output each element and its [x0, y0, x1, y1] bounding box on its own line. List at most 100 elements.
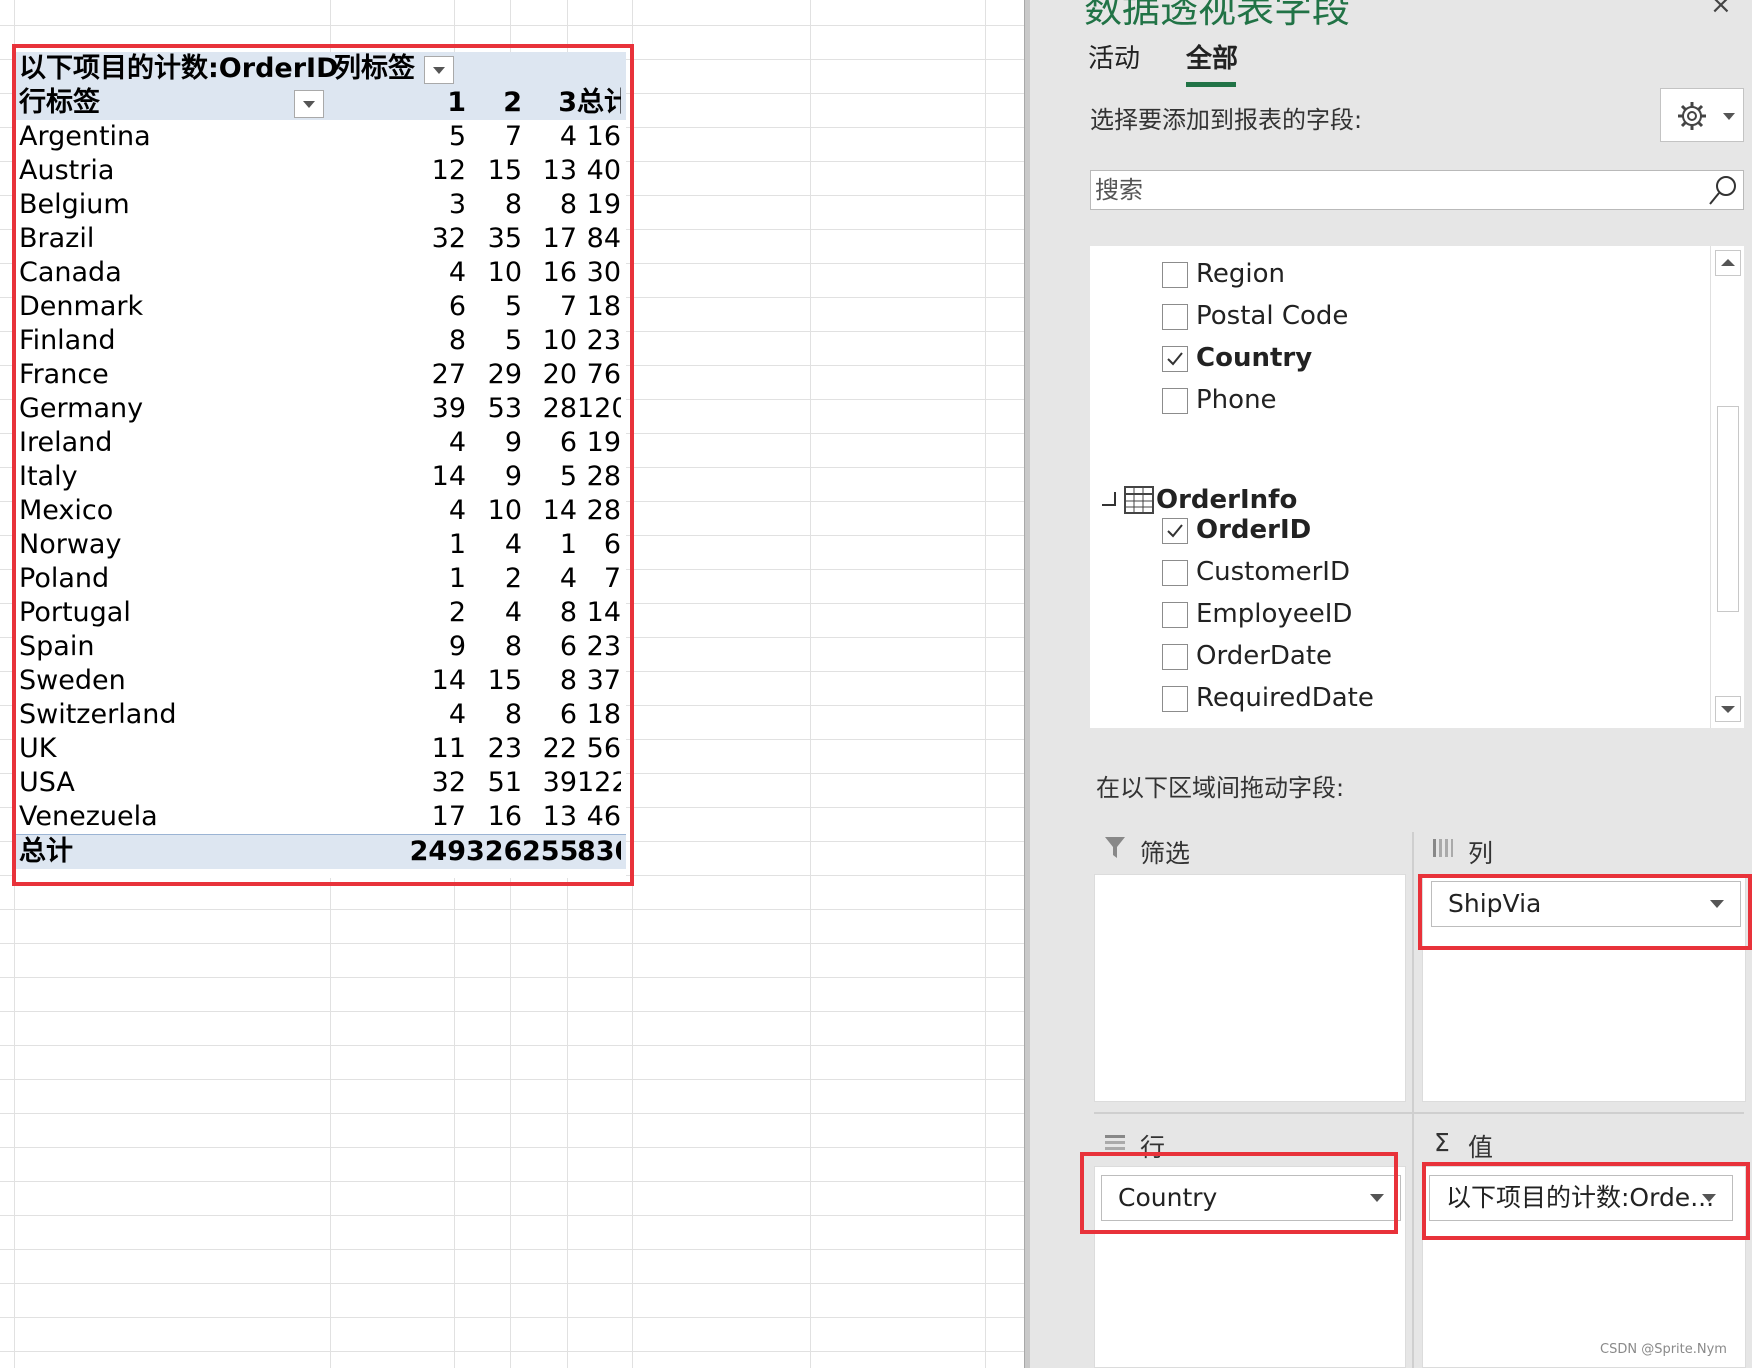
scroll-up-button[interactable]	[1715, 250, 1741, 276]
grand-total-2: 326	[466, 836, 522, 867]
field-checkbox[interactable]	[1162, 602, 1188, 628]
pivot-row[interactable]: Brazil 32 35 17 84	[14, 222, 626, 256]
field-name: Region	[1196, 259, 1286, 289]
value-field-label[interactable]: 以下项目的计数:OrderID	[19, 52, 339, 86]
field-name: Phone	[1196, 385, 1277, 415]
pivot-row[interactable]: USA 32 51 39 122	[14, 766, 626, 800]
pivot-table[interactable]: 以下项目的计数:OrderID 列标签 行标签 1 2 3 总计 Argenti…	[14, 52, 626, 878]
sigma-icon: Σ	[1434, 1128, 1450, 1157]
collapse-icon[interactable]	[1102, 492, 1116, 506]
column-header-3[interactable]: 3	[522, 86, 577, 120]
field-checkbox[interactable]	[1162, 644, 1188, 670]
columns-area[interactable]: ShipVia	[1422, 874, 1746, 1102]
cell-shipvia-2: 16	[487, 801, 522, 832]
pivot-row[interactable]: Argentina 5 7 4 16	[14, 120, 626, 154]
gridline-horizontal	[0, 909, 1024, 910]
pivot-row[interactable]: Italy 14 9 5 28	[14, 460, 626, 494]
tab-all[interactable]: 全部	[1186, 38, 1238, 75]
cell-shipvia-3: 8	[559, 665, 577, 696]
scroll-thumb[interactable]	[1717, 406, 1739, 612]
field-checkbox[interactable]	[1162, 262, 1188, 288]
pivot-row[interactable]: Finland 8 5 10 23	[14, 324, 626, 358]
grand-total-3: 255	[522, 836, 577, 867]
field-list-scrollbar[interactable]	[1710, 246, 1744, 728]
cell-row-total: 18	[586, 699, 621, 730]
rows-area[interactable]: Country	[1094, 1166, 1406, 1368]
chevron-down-icon	[1702, 1194, 1716, 1202]
cell-shipvia-1: 3	[448, 189, 466, 220]
field-checkbox[interactable]	[1162, 304, 1188, 330]
field-checkbox[interactable]	[1162, 388, 1188, 414]
tab-active[interactable]: 活动	[1088, 38, 1140, 75]
pivot-row[interactable]: Switzerland 4 8 6 18	[14, 698, 626, 732]
field-item[interactable]: CustomerID	[1090, 552, 1710, 592]
pivot-row[interactable]: Austria 12 15 13 40	[14, 154, 626, 188]
gridline-horizontal	[0, 25, 1024, 26]
cell-row-total: 14	[586, 597, 621, 628]
pivot-row[interactable]: Mexico 4 10 14 28	[14, 494, 626, 528]
scroll-down-button[interactable]	[1715, 696, 1741, 722]
column-filter-dropdown[interactable]	[424, 56, 454, 84]
gridline-horizontal	[0, 1113, 1024, 1114]
cell-shipvia-3: 6	[559, 631, 577, 662]
pivot-row[interactable]: Belgium 3 8 8 19	[14, 188, 626, 222]
cell-shipvia-1: 11	[431, 733, 466, 764]
values-field-count-orderid[interactable]: 以下项目的计数:Orde...	[1429, 1175, 1733, 1221]
pivot-row[interactable]: Poland 1 2 4 7	[14, 562, 626, 596]
pivot-row[interactable]: Spain 9 8 6 23	[14, 630, 626, 664]
cell-shipvia-1: 27	[431, 359, 466, 390]
cell-shipvia-3: 6	[559, 427, 577, 458]
column-header-1[interactable]: 1	[314, 86, 466, 120]
pivot-row[interactable]: Ireland 4 9 6 19	[14, 426, 626, 460]
field-item[interactable]: OrderID	[1090, 510, 1710, 550]
pivot-row[interactable]: Venezuela 17 16 13 46	[14, 800, 626, 834]
values-area[interactable]: 以下项目的计数:Orde...	[1422, 1166, 1746, 1368]
field-checkbox[interactable]	[1162, 346, 1188, 372]
field-item[interactable]: City	[1090, 246, 1710, 252]
pivot-row[interactable]: Norway 1 4 1 6	[14, 528, 626, 562]
field-name: City	[1196, 246, 1247, 252]
filter-area[interactable]	[1094, 874, 1406, 1102]
filter-area-label: 筛选	[1140, 839, 1191, 868]
field-item[interactable]: RequiredDate	[1090, 678, 1710, 718]
column-header-total[interactable]: 总计	[577, 86, 621, 120]
field-checkbox[interactable]	[1162, 518, 1188, 544]
close-icon[interactable]: ×	[1710, 0, 1732, 20]
columns-field-shipvia[interactable]: ShipVia	[1431, 881, 1741, 927]
pivot-row[interactable]: France 27 29 20 76	[14, 358, 626, 392]
pivot-row[interactable]: Portugal 2 4 8 14	[14, 596, 626, 630]
chevron-up-icon	[1721, 259, 1735, 266]
cell-shipvia-2: 2	[504, 563, 522, 594]
column-header-2[interactable]: 2	[466, 86, 522, 120]
column-labels-caption[interactable]: 列标签	[334, 52, 424, 86]
pivot-row[interactable]: Denmark 6 5 7 18	[14, 290, 626, 324]
rows-field-country[interactable]: Country	[1101, 1175, 1401, 1221]
field-item[interactable]: Country	[1090, 338, 1710, 378]
pivot-row[interactable]: Sweden 14 15 8 37	[14, 664, 626, 698]
pivot-row[interactable]: Germany 39 53 28 120	[14, 392, 626, 426]
search-icon[interactable]	[1708, 174, 1738, 206]
gridline-horizontal	[0, 1317, 1024, 1318]
pivot-row[interactable]: Canada 4 10 16 30	[14, 256, 626, 290]
gridline-horizontal	[0, 1147, 1024, 1148]
field-list[interactable]: City Region Postal Code Country Phone OrderI…	[1090, 246, 1744, 728]
field-item[interactable]: EmployeeID	[1090, 594, 1710, 634]
grand-total-row[interactable]: 总计 249 326 255 830	[14, 834, 626, 869]
cell-shipvia-1: 14	[431, 665, 466, 696]
field-item[interactable]: Phone	[1090, 380, 1710, 420]
field-name: Postal Code	[1196, 301, 1349, 331]
tools-button[interactable]	[1660, 88, 1744, 142]
field-item[interactable]: Postal Code	[1090, 296, 1710, 336]
search-input[interactable]	[1090, 170, 1744, 210]
worksheet[interactable]: 以下项目的计数:OrderID 列标签 行标签 1 2 3 总计 Argenti…	[0, 0, 1024, 1368]
cell-shipvia-1: 32	[431, 767, 466, 798]
columns-icon	[1433, 839, 1453, 857]
pivot-field-list-pane: 数据透视表字段 × 活动 全部 选择要添加到报表的字段: City Region P…	[1060, 0, 1752, 1368]
field-checkbox[interactable]	[1162, 560, 1188, 586]
field-item[interactable]: Region	[1090, 254, 1710, 294]
cell-shipvia-2: 4	[504, 597, 522, 628]
cell-shipvia-3: 13	[542, 801, 577, 832]
pivot-row[interactable]: UK 11 23 22 56	[14, 732, 626, 766]
field-checkbox[interactable]	[1162, 686, 1188, 712]
field-item[interactable]: OrderDate	[1090, 636, 1710, 676]
